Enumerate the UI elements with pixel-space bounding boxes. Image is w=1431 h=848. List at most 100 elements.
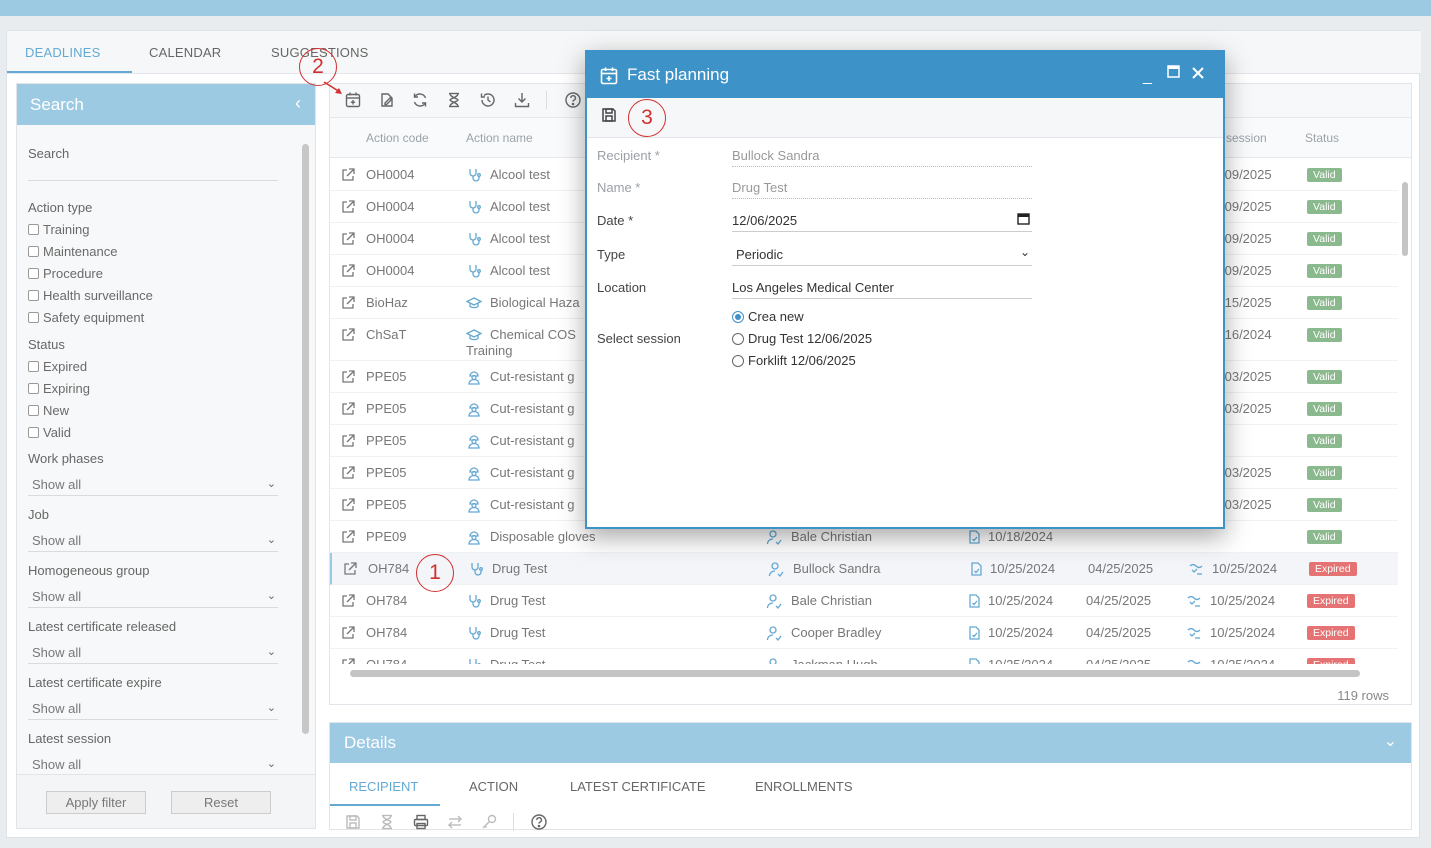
homogeneous-group-select[interactable]: Show all ⌄	[32, 589, 276, 604]
cell-action-name: Cut-resistant g	[490, 401, 575, 416]
checkbox-valid[interactable]: Valid	[28, 425, 71, 440]
open-external-icon[interactable]	[340, 497, 356, 513]
key-icon[interactable]	[480, 813, 498, 831]
health-icon	[466, 593, 482, 609]
checkbox-expired[interactable]: Expired	[28, 359, 87, 374]
download-icon[interactable]	[513, 91, 531, 109]
cell-action-code: OH0004	[366, 231, 415, 246]
open-external-icon[interactable]	[340, 199, 356, 215]
fast-planning-icon[interactable]	[344, 91, 362, 109]
tab-recipient[interactable]: RECIPIENT	[349, 779, 418, 794]
checkbox-safety-equipment[interactable]: Safety equipment	[28, 310, 144, 325]
details-header[interactable]: Details ⌄	[330, 723, 1411, 763]
maximize-icon[interactable]	[1167, 65, 1180, 83]
cell-action-code: PPE05	[366, 497, 407, 512]
search-input[interactable]	[28, 180, 278, 181]
checkbox-new[interactable]: New	[28, 403, 69, 418]
latest-certificate-expire-select[interactable]: Show all ⌄	[32, 701, 276, 716]
history-icon[interactable]	[479, 91, 497, 109]
dialog-header[interactable]: Fast planning _	[587, 52, 1223, 98]
search-panel: Search ‹ Search Action type Training Mai…	[16, 83, 316, 829]
checkbox-expiring[interactable]: Expiring	[28, 381, 90, 396]
print-icon[interactable]	[412, 813, 430, 831]
open-external-icon[interactable]	[340, 657, 356, 664]
radio-crea-new[interactable]: Crea new	[732, 309, 804, 324]
search-scrollbar[interactable]	[302, 144, 309, 734]
table-row[interactable]: OH784 Drug Test Cooper Bradley 10/25/2024 04…	[330, 617, 1398, 649]
status-label: Status	[28, 337, 65, 352]
open-external-icon[interactable]	[340, 401, 356, 417]
radio-forklift-session[interactable]: Forklift 12/06/2025	[732, 353, 856, 368]
refresh-icon[interactable]	[411, 91, 429, 109]
open-external-icon[interactable]	[340, 593, 356, 609]
edit-document-icon[interactable]	[378, 91, 396, 109]
hourglass-icon[interactable]	[445, 91, 463, 109]
tab-action[interactable]: ACTION	[469, 779, 518, 794]
swap-icon[interactable]	[446, 813, 464, 831]
cell-action-code: PPE05	[366, 369, 407, 384]
horizontal-scrollbar[interactable]	[350, 670, 1360, 677]
calendar-plus-icon	[599, 66, 619, 86]
cell-action-name: Cut-resistant g	[490, 369, 575, 384]
dialog-toolbar	[587, 98, 1223, 138]
checkbox-health-surveillance[interactable]: Health surveillance	[28, 288, 153, 303]
tab-calendar[interactable]: CALENDAR	[149, 45, 221, 60]
calendar-icon[interactable]	[1017, 212, 1030, 228]
open-external-icon[interactable]	[340, 529, 356, 545]
location-field[interactable]: Los Angeles Medical Center	[732, 280, 1032, 299]
job-select[interactable]: Show all ⌄	[32, 533, 276, 548]
table-row[interactable]: OH784 Drug Test Bale Christian 10/25/2024 04…	[330, 585, 1398, 617]
radio-drug-test-session[interactable]: Drug Test 12/06/2025	[732, 331, 872, 346]
close-icon[interactable]	[1191, 66, 1205, 85]
latest-certificate-released-select[interactable]: Show all ⌄	[32, 645, 276, 660]
training-icon	[465, 327, 483, 343]
help-icon[interactable]	[564, 91, 582, 109]
status-badge: Valid	[1307, 232, 1342, 246]
latest-session-select[interactable]: Show all ⌄	[32, 757, 276, 772]
tab-enrollments[interactable]: ENROLLMENTS	[755, 779, 853, 794]
cell-action-code: PPE05	[366, 465, 407, 480]
tab-deadlines[interactable]: DEADLINES	[25, 45, 101, 60]
table-row[interactable]: OH784 Drug Test Jackman Hugh 10/25/2024 04/2…	[330, 649, 1398, 664]
checkbox-maintenance[interactable]: Maintenance	[28, 244, 117, 259]
open-external-icon[interactable]	[340, 295, 356, 311]
open-external-icon[interactable]	[340, 327, 356, 343]
health-icon	[468, 561, 484, 577]
table-row[interactable]: OH784 Drug Test Bullock Sandra 10/25/2024 04…	[330, 553, 1398, 585]
open-external-icon[interactable]	[340, 465, 356, 481]
status-badge: Valid	[1307, 370, 1342, 384]
header-action-name[interactable]: Action name	[466, 131, 533, 145]
cell-action-name: Alcool test	[490, 231, 550, 246]
header-status[interactable]: Status	[1305, 131, 1339, 145]
type-select[interactable]: Periodic ⌄	[732, 245, 1032, 266]
date-field[interactable]: 12/06/2025	[732, 213, 1032, 232]
save-icon[interactable]	[344, 813, 362, 831]
open-external-icon[interactable]	[340, 263, 356, 279]
open-external-icon[interactable]	[340, 369, 356, 385]
open-external-icon[interactable]	[340, 625, 356, 641]
tab-latest-certificate[interactable]: LATEST CERTIFICATE	[570, 779, 706, 794]
reset-button[interactable]: Reset	[171, 791, 271, 814]
save-icon[interactable]	[600, 106, 618, 124]
status-badge: Valid	[1307, 402, 1342, 416]
status-badge: Valid	[1307, 530, 1342, 544]
collapse-left-icon[interactable]: ‹	[295, 93, 301, 114]
cell-latest-session: /16/2024	[1221, 327, 1272, 342]
open-external-icon[interactable]	[340, 167, 356, 183]
minimize-icon[interactable]: _	[1143, 68, 1152, 86]
chevron-down-icon[interactable]: ⌄	[1384, 731, 1397, 751]
work-phases-select[interactable]: Show all ⌄	[32, 477, 276, 492]
checkbox-procedure[interactable]: Procedure	[28, 266, 103, 281]
cell-action-name: Disposable gloves	[490, 529, 596, 544]
hourglass-icon[interactable]	[378, 813, 396, 831]
checkbox-training[interactable]: Training	[28, 222, 89, 237]
recipient-label: Recipient *	[597, 148, 660, 163]
open-external-icon[interactable]	[340, 433, 356, 449]
open-external-icon[interactable]	[340, 231, 356, 247]
open-external-icon[interactable]	[342, 561, 358, 577]
header-action-code[interactable]: Action code	[366, 131, 429, 145]
help-icon[interactable]	[530, 813, 548, 831]
apply-filter-button[interactable]: Apply filter	[46, 791, 146, 814]
header-latest-session[interactable]: session	[1226, 131, 1267, 145]
vertical-scrollbar[interactable]	[1402, 182, 1408, 256]
